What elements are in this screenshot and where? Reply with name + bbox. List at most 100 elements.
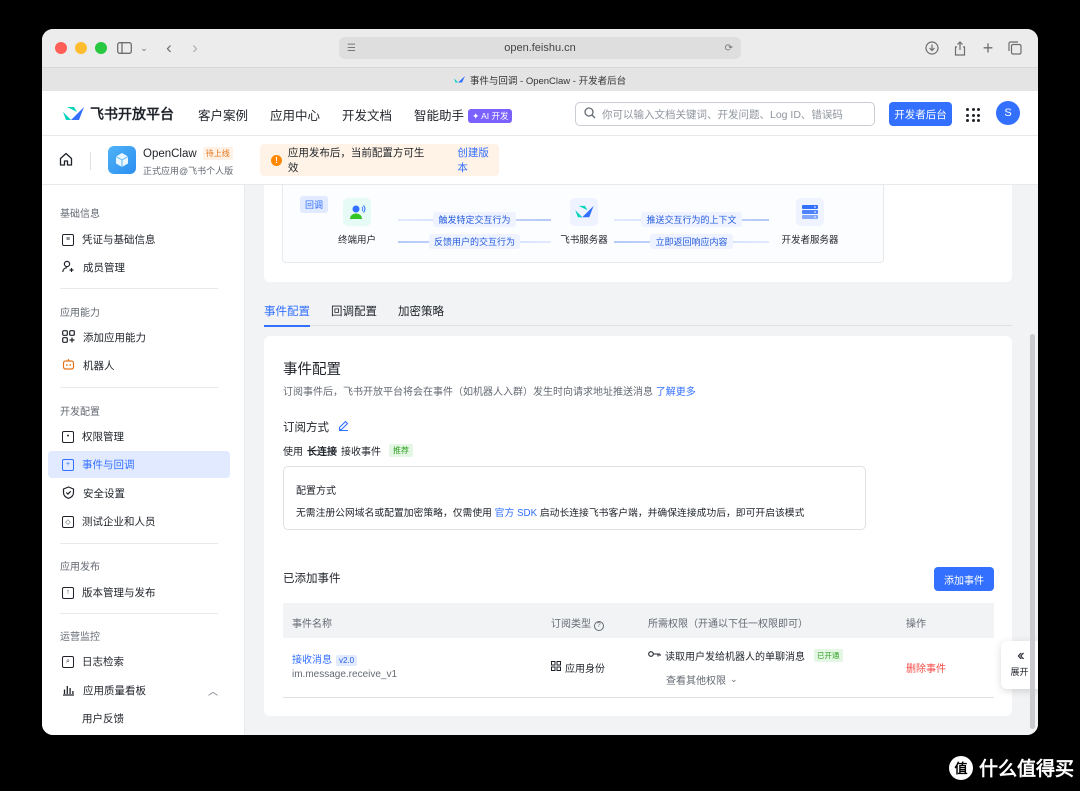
- divider: [90, 152, 91, 170]
- tab-encryption[interactable]: 加密策略: [398, 301, 444, 326]
- address-bar[interactable]: ☰ open.feishu.cn ⟳: [339, 37, 741, 59]
- nav-docs[interactable]: 开发文档: [342, 105, 392, 124]
- sidebar-item-feedback[interactable]: 用户反馈: [48, 705, 230, 732]
- publish-notice: ! 应用发布后，当前配置方可生效 创建版本: [260, 144, 499, 176]
- events-table-header: 事件名称 订阅类型 ? 所需权限（开通以下任一权限即可） 操作: [283, 603, 994, 638]
- sidebar-item-members[interactable]: 成员管理: [48, 254, 230, 281]
- sidebar-item-test-users[interactable]: ◇ 测试企业和人员: [48, 508, 230, 535]
- chevron-down-icon[interactable]: ⌄: [134, 38, 154, 58]
- sidebar-item-label: 安全设置: [83, 488, 125, 500]
- column-header: 订阅类型 ?: [551, 615, 604, 631]
- minimize-window-button[interactable]: [75, 42, 87, 54]
- nav-assistant-label: 智能助手: [414, 109, 465, 123]
- chevron-up-icon[interactable]: ︿: [208, 683, 218, 698]
- sidebar-item-quality-board[interactable]: 应用质量看板 ︿: [48, 677, 230, 704]
- sidebar-item-robot[interactable]: 机器人: [48, 352, 230, 379]
- tab-event-config[interactable]: 事件配置: [264, 301, 310, 327]
- sidebar-item-add-ability[interactable]: 添加应用能力: [48, 324, 230, 351]
- sidebar-item-label: 成员管理: [83, 262, 125, 274]
- sidebar-section-title: 运营监控: [60, 632, 100, 643]
- download-icon[interactable]: [922, 38, 942, 58]
- permission-cell: 读取用户发给机器人的单聊消息 已开通: [648, 648, 843, 663]
- sidebar-divider: [60, 613, 218, 614]
- nav-assistant[interactable]: 智能助手 ✦ AI 开发: [414, 105, 513, 124]
- sidebar-item-logs[interactable]: ⌕ 日志检索: [48, 648, 230, 675]
- home-icon[interactable]: [59, 152, 73, 169]
- nav-cases[interactable]: 客户案例: [198, 105, 248, 124]
- config-method-box: 配置方式 无需注册公网域名或配置加密策略，仅需使用 官方 SDK 启动长连接飞书…: [283, 466, 866, 530]
- member-icon: [62, 260, 75, 276]
- chevron-down-icon: ⌄: [730, 674, 738, 684]
- feishu-server-label: 飞书服务器: [560, 235, 608, 246]
- page-settings-icon[interactable]: ☰: [347, 43, 356, 54]
- tab-callback-config[interactable]: 回调配置: [331, 301, 377, 326]
- column-header: 操作: [906, 619, 926, 630]
- config-desc-1: 无需注册公网域名或配置加密策略，仅需使用: [296, 508, 492, 519]
- sidebar-item-label: 事件与回调: [82, 459, 135, 471]
- sidebar-item-permissions[interactable]: • 权限管理: [48, 423, 230, 450]
- avatar[interactable]: S: [996, 101, 1020, 125]
- create-version-link[interactable]: 创建版本: [457, 145, 499, 175]
- use-prefix: 使用: [283, 447, 303, 458]
- learn-more-link[interactable]: 了解更多: [656, 387, 696, 398]
- key-icon: [648, 650, 661, 661]
- subscription-type-label: 应用身份: [565, 664, 605, 675]
- sidebar-item-security[interactable]: 安全设置: [48, 480, 230, 507]
- event-icon: +: [62, 458, 74, 471]
- tab-overview-icon[interactable]: [1005, 38, 1025, 58]
- notice-text: 应用发布后，当前配置方可生效: [287, 147, 425, 174]
- developer-console-button[interactable]: 开发者后台: [889, 102, 952, 126]
- chart-icon: [62, 683, 75, 699]
- section-description: 订阅事件后，飞书开放平台将会在事件（如机器人入群）发生时向请求地址推送消息 了解…: [283, 383, 696, 398]
- flow-arrow: 推送交互行为的上下文: [614, 211, 769, 227]
- nav-app-center[interactable]: 应用中心: [270, 105, 320, 124]
- sidebar-item-credentials[interactable]: ≡ 凭证与基础信息: [48, 226, 230, 253]
- permission-label: 读取用户发给机器人的单聊消息: [665, 652, 805, 663]
- app-grid-icon[interactable]: [966, 108, 980, 122]
- feishu-favicon-icon: [453, 75, 465, 84]
- server-icon: [796, 198, 824, 226]
- official-sdk-link[interactable]: 官方 SDK: [495, 508, 537, 519]
- shield-icon: [62, 485, 75, 502]
- zoom-window-button[interactable]: [95, 42, 107, 54]
- sidebar-toggle-icon[interactable]: [114, 38, 134, 58]
- new-tab-icon[interactable]: +: [978, 38, 998, 58]
- config-tabs: 事件配置 回调配置 加密策略: [264, 301, 1012, 327]
- sidebar-item-events[interactable]: + 事件与回调: [48, 451, 230, 478]
- view-more-permissions-label: 查看其他权限: [666, 676, 726, 687]
- tab-title: 事件与回调 - OpenClaw - 开发者后台: [469, 75, 627, 87]
- sidebar-item-label: 权限管理: [82, 431, 124, 443]
- forward-icon[interactable]: ›: [185, 38, 205, 58]
- sidebar-item-label: 测试企业和人员: [82, 516, 156, 528]
- delete-event-button[interactable]: 删除事件: [906, 660, 946, 675]
- app-subtitle: 正式应用@飞书个人版: [143, 166, 234, 176]
- search-input[interactable]: 你可以输入文档关键词、开发问题、Log ID、错误码: [575, 102, 875, 126]
- sidebar-section-title: 开发配置: [60, 407, 100, 418]
- column-header: 事件名称: [292, 619, 332, 630]
- event-name-link[interactable]: 接收消息: [292, 655, 332, 666]
- feishu-logo[interactable]: 飞书开放平台: [62, 104, 174, 124]
- view-more-permissions[interactable]: 查看其他权限 ⌄: [666, 672, 738, 687]
- reload-icon[interactable]: ⟳: [725, 43, 733, 54]
- log-icon: ⌕: [62, 655, 74, 668]
- back-icon[interactable]: ‹: [159, 38, 179, 58]
- main-content: 回调 终端用户 触发特定交互行为 反馈用户的交互行为 飞书服务器 推送交互行为的…: [245, 185, 1038, 735]
- edit-icon[interactable]: [338, 420, 349, 434]
- sidebar-item-publish[interactable]: ↑ 版本管理与发布: [48, 579, 230, 606]
- share-icon[interactable]: [950, 38, 970, 58]
- add-event-button[interactable]: 添加事件: [934, 567, 994, 591]
- section-description-text: 订阅事件后，飞书开放平台将会在事件（如机器人入群）发生时向请求地址推送消息: [283, 387, 653, 398]
- enabled-badge: 已开通: [814, 649, 843, 662]
- browser-tab[interactable]: 事件与回调 - OpenClaw - 开发者后台: [42, 67, 1038, 91]
- ai-badge: ✦ AI 开发: [468, 109, 513, 123]
- subscribe-mode-value: 使用 长连接 接收事件 推荐: [283, 443, 413, 458]
- sidebar-item-label: 版本管理与发布: [82, 587, 156, 599]
- help-icon[interactable]: ?: [593, 621, 604, 631]
- close-window-button[interactable]: [55, 42, 67, 54]
- scrollbar[interactable]: [1030, 334, 1035, 729]
- config-method-desc: 无需注册公网域名或配置加密策略，仅需使用 官方 SDK 启动长连接飞书客户端，并…: [296, 505, 804, 519]
- flow-arrow: 反馈用户的交互行为: [398, 233, 551, 249]
- sidebar-item-label: 用户反馈: [82, 713, 124, 725]
- app-header: OpenClaw 待上线 正式应用@飞书个人版 ! 应用发布后，当前配置方可生效 …: [42, 136, 1038, 185]
- column-header-label: 订阅类型: [551, 619, 591, 630]
